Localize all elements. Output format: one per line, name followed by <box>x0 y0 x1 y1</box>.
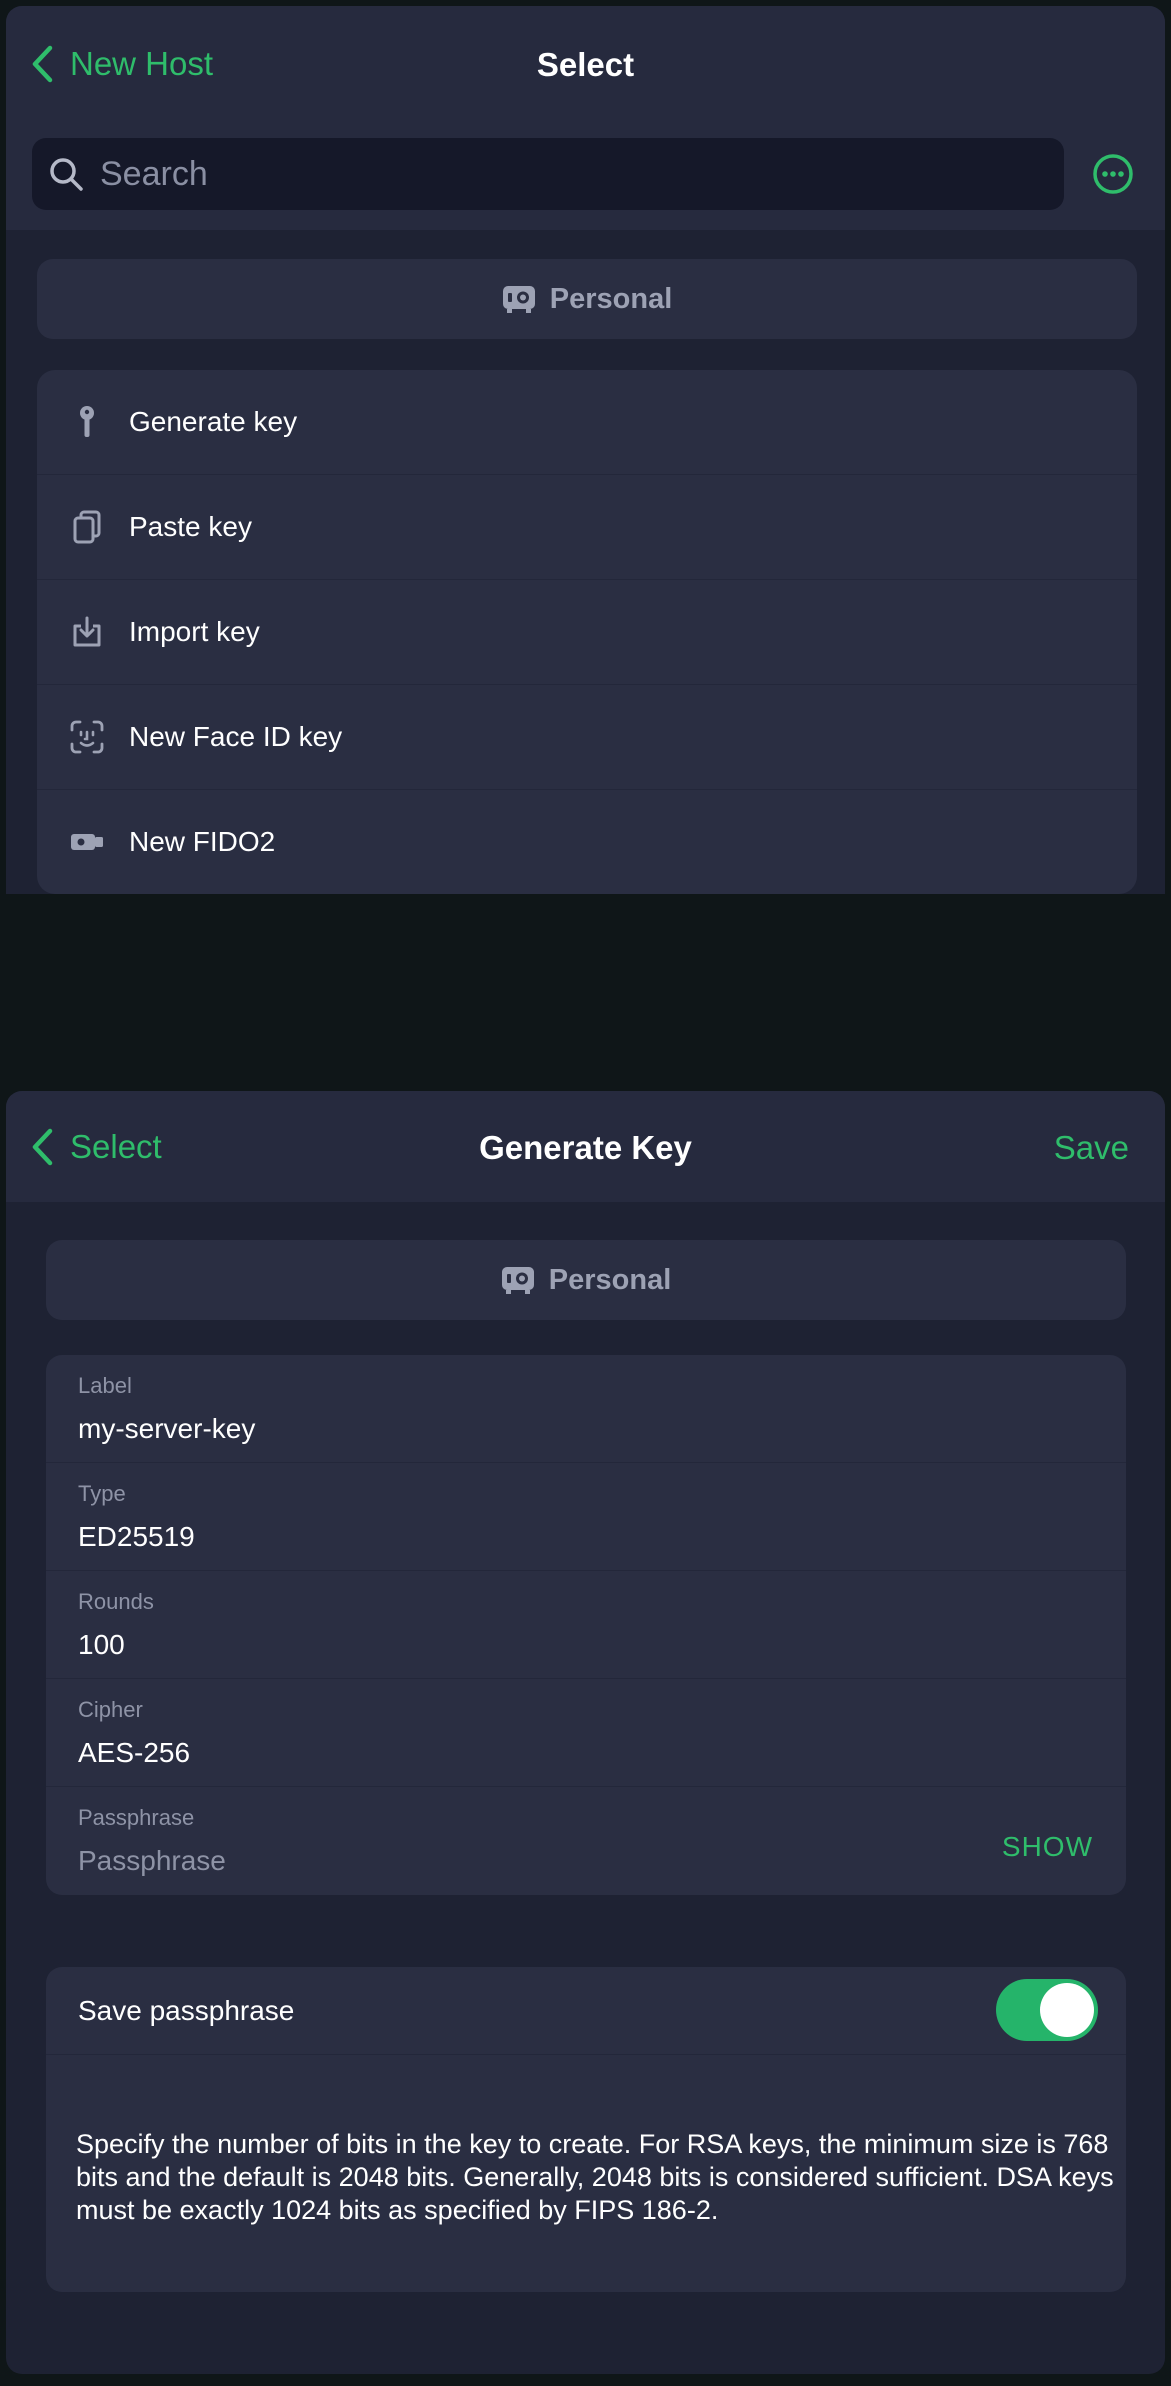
list-item-label: Generate key <box>129 406 298 437</box>
list-item-label: Paste key <box>129 511 252 542</box>
generate-key-panel: Select Generate Key Save Personal Label … <box>6 1091 1165 2374</box>
field-label: Cipher <box>78 1697 143 1722</box>
vault-icon <box>501 1267 534 1294</box>
show-passphrase-button[interactable]: SHOW <box>1002 1831 1093 1863</box>
search-bar[interactable] <box>32 138 1064 210</box>
import-icon <box>67 616 107 648</box>
select-navbar: New Host Select <box>6 6 1165 230</box>
vault-label: Personal <box>548 1263 672 1296</box>
list-item-new-face-id-key[interactable]: New Face ID key <box>37 685 1137 790</box>
vault-label: Personal <box>549 282 673 315</box>
list-item-new-fido2[interactable]: New FIDO2 <box>37 790 1137 894</box>
rounds-value[interactable]: 100 <box>78 1629 125 1661</box>
save-passphrase-toggle[interactable] <box>996 1979 1098 2041</box>
toggle-knob <box>1040 1983 1094 2037</box>
save-button[interactable]: Save <box>1054 1129 1129 1167</box>
vault-icon <box>502 286 535 313</box>
key-size-description: Specify the number of bits in the key to… <box>76 2129 1114 2225</box>
passphrase-field[interactable]: Passphrase Passphrase SHOW <box>46 1787 1126 1895</box>
clipboard-icon <box>67 510 107 544</box>
list-item-paste-key[interactable]: Paste key <box>37 475 1137 580</box>
field-label: Passphrase <box>78 1805 195 1830</box>
page-title: Generate Key <box>479 1129 692 1166</box>
page-title: Select <box>536 46 635 83</box>
generate-key-navbar: Select Generate Key Save <box>6 1091 1165 1202</box>
select-panel: New Host Select Personal Generate key Pa… <box>6 6 1165 894</box>
list-item-label: Import key <box>129 616 260 647</box>
field-label: Rounds <box>78 1589 154 1614</box>
label-value[interactable]: my-server-key <box>78 1413 255 1445</box>
vault-selector[interactable]: Personal <box>37 259 1137 339</box>
list-item-label: New Face ID key <box>129 721 343 752</box>
search-icon <box>50 158 83 191</box>
vault-selector[interactable]: Personal <box>46 1240 1126 1320</box>
list-item-label: New FIDO2 <box>129 826 276 857</box>
list-item-import-key[interactable]: Import key <box>37 580 1137 685</box>
face-id-icon <box>67 720 107 754</box>
type-field[interactable]: Type ED25519 <box>46 1463 1126 1571</box>
field-label: Type <box>78 1481 126 1506</box>
more-options-icon[interactable] <box>1091 152 1135 196</box>
save-passphrase-card: Save passphrase Specify the number of bi… <box>46 1967 1126 2292</box>
save-passphrase-row: Save passphrase <box>46 1967 1126 2055</box>
search-input[interactable] <box>98 153 1002 195</box>
label-field[interactable]: Label my-server-key <box>46 1355 1126 1463</box>
key-icon <box>67 405 107 439</box>
save-passphrase-label: Save passphrase <box>78 1995 295 2026</box>
list-item-generate-key[interactable]: Generate key <box>37 370 1137 475</box>
field-label: Label <box>78 1373 132 1398</box>
key-form: Label my-server-key Type ED25519 Rounds … <box>46 1355 1126 1895</box>
cipher-value[interactable]: AES-256 <box>78 1737 190 1769</box>
passphrase-input[interactable]: Passphrase <box>78 1845 226 1877</box>
type-value[interactable]: ED25519 <box>78 1521 195 1553</box>
security-key-icon <box>67 832 107 852</box>
key-options-list: Generate key Paste key Import key New Fa… <box>37 370 1137 894</box>
cipher-field[interactable]: Cipher AES-256 <box>46 1679 1126 1787</box>
rounds-field[interactable]: Rounds 100 <box>46 1571 1126 1679</box>
